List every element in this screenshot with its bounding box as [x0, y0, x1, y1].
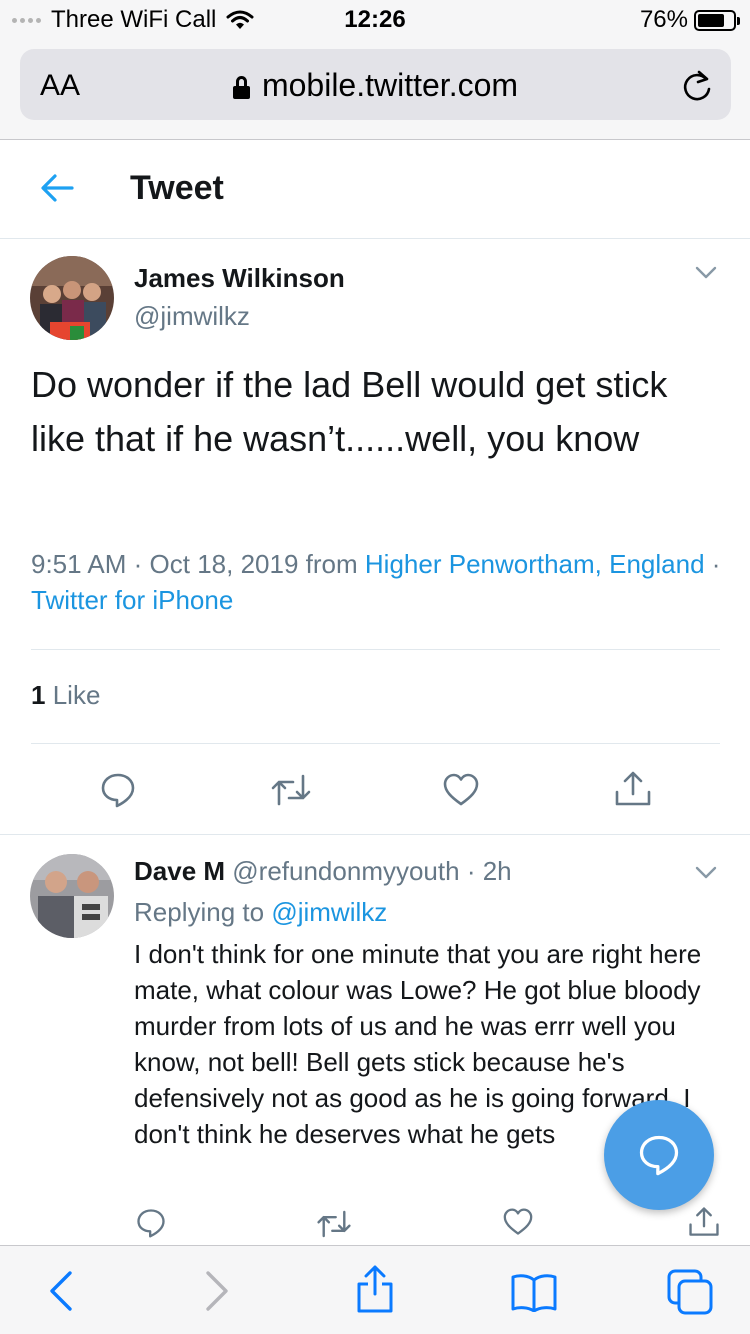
share-icon[interactable]	[688, 1206, 720, 1238]
section-divider	[0, 834, 750, 835]
like-count[interactable]: 1 Like	[31, 680, 100, 711]
replying-to: Replying to @jimwilkz	[134, 897, 388, 927]
like-heart-icon[interactable]	[503, 1208, 533, 1236]
browser-toolbar	[0, 1245, 750, 1334]
battery-status: 76%	[639, 6, 740, 34]
browser-bar: AA mobile.twitter.com	[0, 40, 750, 140]
divider	[31, 649, 720, 650]
tweet-location-link[interactable]: Higher Penwortham, England	[365, 549, 705, 579]
url-text: mobile.twitter.com	[261, 67, 519, 103]
battery-icon	[694, 9, 740, 31]
browser-back-icon[interactable]	[48, 1270, 74, 1312]
compose-bubble-icon	[639, 1135, 679, 1176]
reply-author-name[interactable]: Dave M	[134, 856, 225, 886]
author-handle[interactable]: @jimwilkz	[134, 301, 250, 332]
reply-age: 2h	[482, 856, 512, 886]
browser-share-icon[interactable]	[355, 1264, 395, 1314]
browser-forward-icon[interactable]	[204, 1270, 230, 1312]
retweet-icon[interactable]	[316, 1210, 352, 1238]
reply-icon[interactable]	[136, 1208, 166, 1238]
reply-icon[interactable]	[100, 772, 136, 808]
page-header: Tweet	[0, 141, 750, 239]
replying-to-handle[interactable]: @jimwilkz	[271, 897, 387, 927]
like-heart-icon[interactable]	[443, 773, 479, 807]
reply-author-handle[interactable]: @refundonmyyouth	[232, 856, 459, 886]
back-arrow-icon[interactable]	[40, 173, 74, 203]
chevron-down-icon[interactable]	[695, 266, 717, 280]
retweet-icon[interactable]	[270, 774, 312, 806]
reload-icon[interactable]	[681, 69, 713, 103]
bookmarks-icon[interactable]	[510, 1272, 558, 1312]
chevron-down-icon[interactable]	[695, 866, 717, 880]
tweet-time: 9:51 AM	[31, 549, 127, 579]
compose-button[interactable]	[604, 1100, 714, 1210]
lock-icon	[232, 76, 250, 99]
tweet-text: Do wonder if the lad Bell would get stic…	[31, 364, 668, 459]
share-icon[interactable]	[614, 770, 652, 808]
author-name[interactable]: James Wilkinson	[134, 263, 345, 294]
clock: 12:26	[344, 6, 406, 33]
divider	[31, 743, 720, 744]
page-title: Tweet	[130, 169, 224, 207]
avatar[interactable]	[30, 256, 114, 340]
tweet-client-link[interactable]: Twitter for iPhone	[31, 585, 233, 615]
like-count-label: Like	[52, 680, 101, 710]
status-bar: Three WiFi Call 12:26 76%	[0, 0, 750, 40]
battery-percent: 76%	[639, 6, 688, 33]
reply-avatar[interactable]	[30, 854, 114, 938]
url-display[interactable]: mobile.twitter.com	[20, 67, 731, 104]
like-count-number: 1	[31, 680, 46, 710]
reply-header: Dave M @refundonmyyouth · 2h	[134, 856, 512, 886]
tweet-meta: 9:51 AM · Oct 18, 2019 from Higher Penwo…	[31, 549, 721, 615]
tabs-icon[interactable]	[666, 1268, 714, 1316]
tweet-date: Oct 18, 2019	[149, 549, 299, 579]
address-bar[interactable]: AA mobile.twitter.com	[20, 49, 731, 120]
